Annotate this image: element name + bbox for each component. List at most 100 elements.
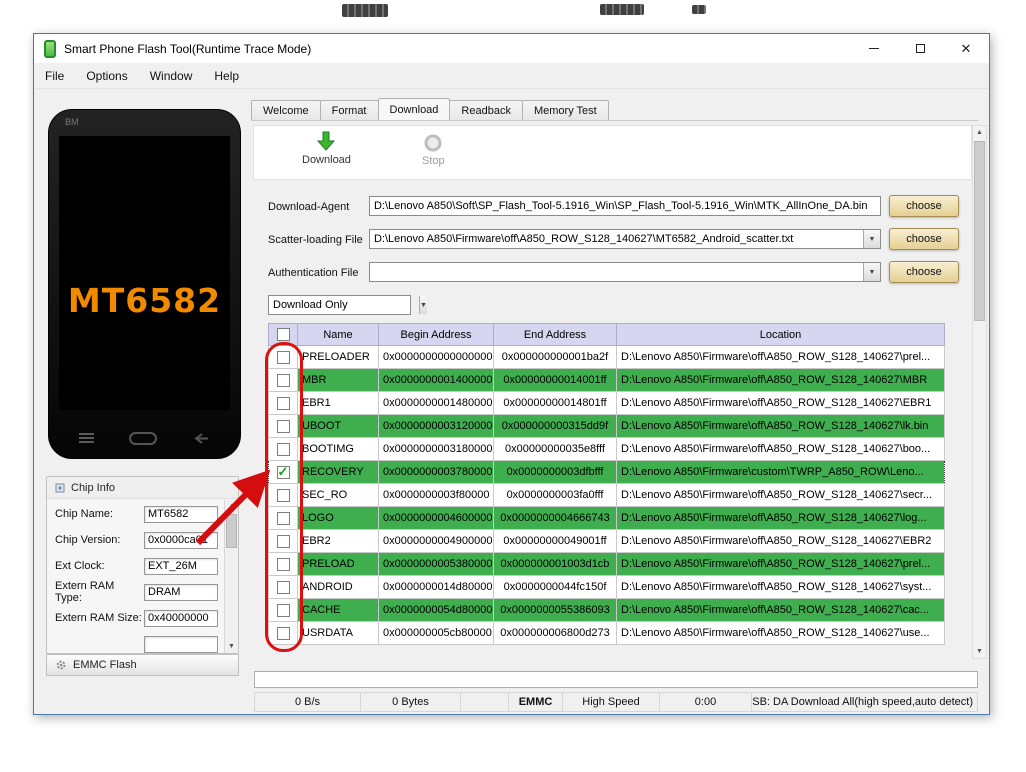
status-storage: EMMC (509, 692, 563, 712)
cell-location: D:\Lenovo A850\Firmware\off\A850_ROW_S12… (616, 575, 945, 599)
table-row-sec-ro[interactable]: SEC_RO 0x0000000003f80000 0x0000000003fa… (268, 483, 945, 507)
status-bytes: 0 Bytes (361, 692, 461, 712)
download-agent-input[interactable] (369, 196, 881, 216)
table-row-ebr2[interactable]: EBR2 0x0000000004900000 0x00000000049001… (268, 529, 945, 553)
scroll-up-icon[interactable]: ▲ (973, 129, 986, 136)
window-title: Smart Phone Flash Tool(Runtime Trace Mod… (64, 41, 312, 56)
row-checkbox[interactable] (276, 511, 290, 525)
column-header-name[interactable]: Name (297, 323, 379, 346)
scatter-file-combo[interactable]: ▼ (369, 229, 881, 249)
cell-end: 0x00000000014001ff (493, 368, 617, 392)
auth-file-choose-button[interactable]: choose (889, 261, 959, 283)
chip-version-value (144, 531, 218, 549)
chevron-down-icon[interactable]: ▼ (419, 296, 427, 314)
row-checkbox[interactable] (276, 464, 290, 480)
content-scrollbar[interactable]: ▲ ▼ (972, 125, 987, 659)
scatter-file-input[interactable] (370, 230, 863, 248)
table-row-cache[interactable]: CACHE 0x0000000054d80000 0x0000000055386… (268, 598, 945, 622)
row-checkbox[interactable] (276, 442, 290, 456)
chip-info-scrollbar[interactable]: ▲ ▼ (224, 500, 238, 653)
cell-end: 0x000000001003d1cb (493, 552, 617, 576)
row-checkbox[interactable] (276, 396, 290, 410)
scroll-down-icon[interactable]: ▼ (225, 643, 238, 650)
menu-options[interactable]: Options (75, 63, 138, 88)
tab-format[interactable]: Format (319, 100, 379, 120)
menu-window[interactable]: Window (139, 63, 204, 88)
download-mode-value[interactable] (269, 296, 419, 314)
tab-download[interactable]: Download (377, 98, 451, 120)
table-row-preloader[interactable]: PRELOADER 0x0000000000000000 0x000000000… (268, 345, 945, 369)
cell-name: ANDROID (297, 575, 379, 599)
table-row-ebr1[interactable]: EBR1 0x0000000001480000 0x00000000014801… (268, 391, 945, 415)
menu-file[interactable]: File (34, 63, 75, 88)
phone-screen: MT6582 (59, 136, 230, 410)
auth-file-input[interactable] (370, 263, 863, 281)
cell-name: UBOOT (297, 414, 379, 438)
table-row-uboot[interactable]: UBOOT 0x0000000003120000 0x000000000315d… (268, 414, 945, 438)
maximize-button[interactable] (897, 34, 943, 63)
device-image: BM MT6582 (48, 109, 241, 459)
auth-file-combo[interactable]: ▼ (369, 262, 881, 282)
scrollbar-thumb[interactable] (226, 514, 237, 548)
gear-icon (56, 660, 66, 670)
progress-bar (254, 671, 978, 688)
row-checkbox[interactable] (276, 603, 290, 617)
screenshot-artifact (692, 5, 706, 14)
table-row-preload[interactable]: PRELOAD 0x0000000005380000 0x00000000100… (268, 552, 945, 576)
phone-bezel-label: BM (65, 117, 79, 127)
menu-key-icon (79, 433, 94, 443)
table-row-bootimg[interactable]: BOOTIMG 0x0000000003180000 0x00000000035… (268, 437, 945, 461)
table-row-usrdata[interactable]: USRDATA 0x000000005cb80000 0x00000000680… (268, 621, 945, 645)
row-checkbox[interactable] (276, 373, 290, 387)
table-row-android[interactable]: ANDROID 0x0000000014d80000 0x0000000044f… (268, 575, 945, 599)
cell-location: D:\Lenovo A850\Firmware\off\A850_ROW_S12… (616, 414, 945, 438)
cell-location: D:\Lenovo A850\Firmware\off\A850_ROW_S12… (616, 529, 945, 553)
table-row-recovery[interactable]: RECOVERY 0x0000000003780000 0x0000000003… (268, 460, 945, 484)
row-checkbox[interactable] (276, 350, 290, 364)
scatter-file-choose-button[interactable]: choose (889, 228, 959, 250)
cell-location: D:\Lenovo A850\Firmware\off\A850_ROW_S12… (616, 621, 945, 645)
ram-type-label: Extern RAM Type: (55, 580, 115, 604)
scroll-down-icon[interactable]: ▼ (973, 648, 986, 655)
column-header-location[interactable]: Location (616, 323, 945, 346)
menu-help[interactable]: Help (203, 63, 250, 88)
table-row-logo[interactable]: LOGO 0x0000000004600000 0x00000000046667… (268, 506, 945, 530)
status-time: 0:00 (660, 692, 752, 712)
phone-chipset-label: MT6582 (67, 281, 222, 320)
stop-button-label: Stop (422, 155, 445, 167)
cell-end: 0x00000000035e8fff (493, 437, 617, 461)
minimize-button[interactable] (851, 34, 897, 63)
download-button[interactable]: Download (302, 130, 351, 166)
tab-memory-test[interactable]: Memory Test (521, 100, 609, 120)
table-row-mbr[interactable]: MBR 0x0000000001400000 0x00000000014001f… (268, 368, 945, 392)
chevron-down-icon[interactable]: ▼ (863, 230, 880, 248)
stop-button[interactable]: Stop (422, 133, 445, 167)
close-button[interactable]: ✕ (943, 34, 989, 63)
tab-welcome[interactable]: Welcome (251, 100, 321, 120)
title-bar: Smart Phone Flash Tool(Runtime Trace Mod… (34, 34, 989, 63)
column-header-end-address[interactable]: End Address (493, 323, 617, 346)
cell-name: MBR (297, 368, 379, 392)
emmc-flash-section[interactable]: EMMC Flash (46, 654, 239, 676)
row-checkbox[interactable] (276, 488, 290, 502)
download-mode-select[interactable]: ▼ (268, 295, 427, 315)
column-header-begin-address[interactable]: Begin Address (378, 323, 494, 346)
download-agent-choose-button[interactable]: choose (889, 195, 959, 217)
row-checkbox[interactable] (276, 580, 290, 594)
scatter-file-label: Scatter-loading File (268, 234, 363, 246)
row-checkbox[interactable] (276, 534, 290, 548)
cell-location: D:\Lenovo A850\Firmware\off\A850_ROW_S12… (616, 598, 945, 622)
cell-begin: 0x0000000014d80000 (378, 575, 494, 599)
chevron-down-icon[interactable]: ▼ (863, 263, 880, 281)
tab-readback[interactable]: Readback (449, 100, 523, 120)
row-checkbox[interactable] (276, 419, 290, 433)
scroll-up-icon[interactable]: ▲ (225, 503, 238, 510)
chip-extra-value (144, 635, 218, 653)
row-checkbox[interactable] (276, 557, 290, 571)
cell-name: EBR2 (297, 529, 379, 553)
select-all-checkbox[interactable] (276, 328, 290, 341)
chip-info-fields: Chip Name: Chip Version: Ext Clock: Exte… (47, 501, 223, 653)
row-checkbox[interactable] (276, 626, 290, 640)
cell-begin: 0x0000000001480000 (378, 391, 494, 415)
scrollbar-thumb[interactable] (974, 141, 985, 321)
